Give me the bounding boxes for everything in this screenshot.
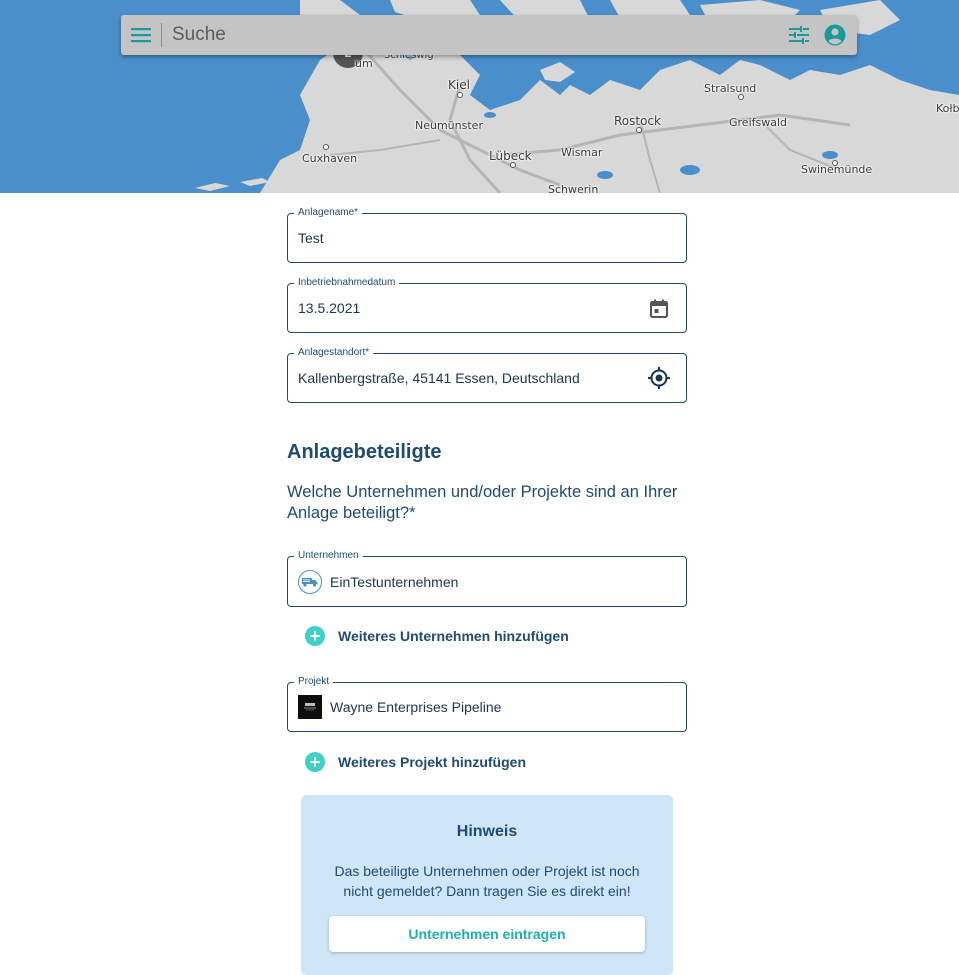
city-dot [323, 144, 329, 150]
project-thumbnail [298, 695, 322, 719]
city-label: um [355, 57, 373, 70]
city-label: Neumünster [415, 119, 483, 132]
city-dot [457, 92, 463, 98]
hint-title: Hinweis [456, 823, 518, 840]
field-value: EinTestunternehmen [298, 557, 458, 606]
city-dot [510, 162, 516, 168]
search-bar [121, 15, 857, 55]
city-label: Kołb [936, 102, 959, 115]
city-dot [832, 160, 838, 166]
register-company-button[interactable]: Unternehmen eintragen [329, 916, 645, 952]
city-label: Cuxhaven [302, 152, 358, 165]
field-value: 13.5.2021 [298, 300, 361, 316]
gps-target-icon[interactable] [648, 354, 670, 402]
city-label: Lübeck [489, 149, 532, 163]
add-project-label: Weiteres Projekt hinzufügen [338, 754, 526, 770]
add-company-label: Weiteres Unternehmen hinzufügen [338, 628, 569, 644]
account-circle-icon[interactable] [817, 15, 853, 55]
city-label: Wismar [561, 146, 603, 159]
search-input[interactable] [162, 24, 781, 46]
plus-icon: + [305, 752, 325, 772]
hint-text: Das beteiligte Unternehmen oder Projekt … [334, 863, 640, 899]
hamburger-menu-icon[interactable] [121, 15, 161, 55]
add-company-button[interactable]: + Weiteres Unternehmen hinzufügen [305, 626, 569, 646]
projekt-field[interactable]: Projekt Wayne Enterprises Pipeline [287, 676, 687, 732]
city-dot [738, 94, 744, 100]
add-project-button[interactable]: + Weiteres Projekt hinzufügen [305, 752, 526, 772]
field-value: Kallenbergstraße, 45141 Essen, Deutschla… [298, 370, 580, 386]
truck-icon [298, 569, 322, 594]
field-value: Wayne Enterprises Pipeline [298, 683, 501, 731]
city-label: Rostock [614, 114, 661, 128]
participants-question: Welche Unternehmen und/oder Projekte sin… [287, 483, 678, 522]
section-heading: Anlagebeteiligte [287, 441, 442, 463]
anlagestandort-field[interactable]: Anlagestandort* Kallenbergstraße, 45141 … [287, 347, 687, 403]
anlagename-field[interactable]: Anlagename* Test [287, 207, 687, 263]
tune-icon[interactable] [781, 15, 817, 55]
field-value: Test [298, 230, 324, 246]
calendar-icon[interactable] [650, 284, 668, 332]
hint-box: Hinweis Das beteiligte Unternehmen oder … [301, 795, 673, 975]
city-label: Schwerin [548, 183, 599, 193]
project-name: Wayne Enterprises Pipeline [330, 699, 502, 715]
city-label: Stralsund [704, 82, 757, 95]
city-label: Kiel [448, 78, 470, 92]
company-name: EinTestunternehmen [330, 573, 459, 590]
plus-icon: + [305, 626, 325, 646]
unternehmen-field[interactable]: Unternehmen EinTestunternehmen [287, 550, 687, 607]
city-label: Greifswald [729, 116, 788, 129]
city-dot [636, 127, 642, 133]
inbetriebnahmedatum-field[interactable]: Inbetriebnahmedatum 13.5.2021 [287, 277, 687, 333]
